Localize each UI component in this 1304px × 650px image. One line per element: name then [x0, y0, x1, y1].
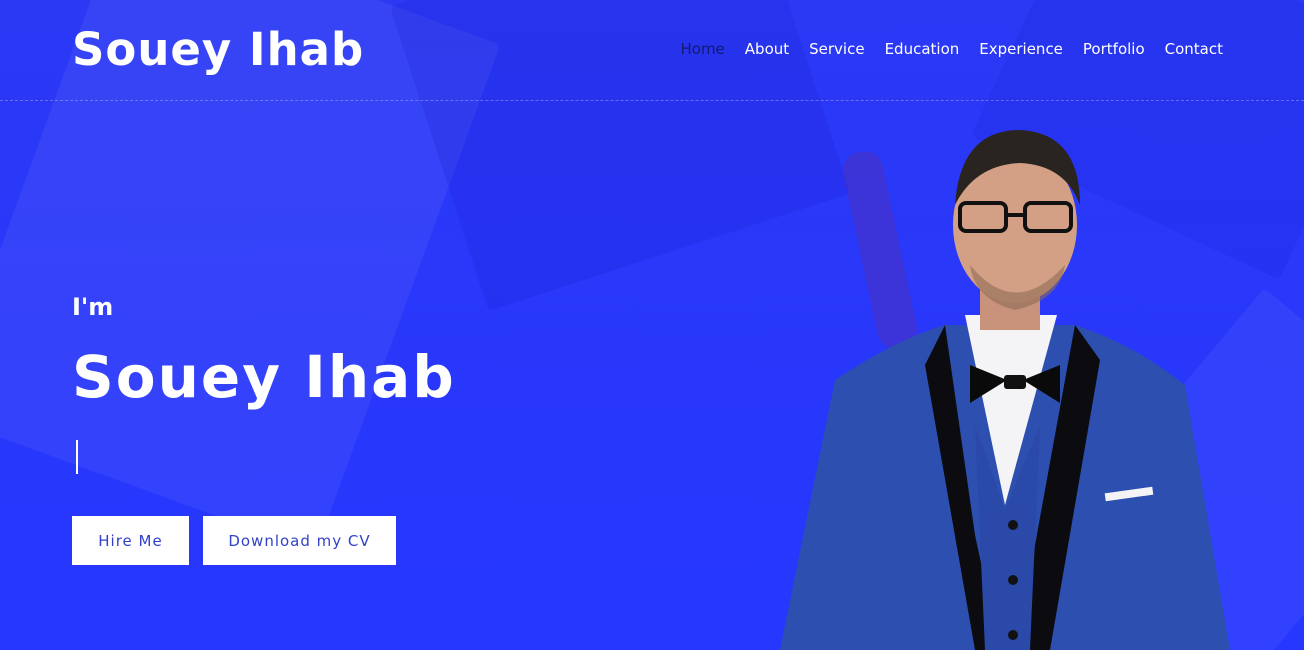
- portrait-photo: [780, 130, 1230, 650]
- main-nav: Home About Service Education Experience …: [680, 38, 1223, 60]
- hero-greeting: I'm: [72, 293, 114, 321]
- hero-actions: Hire Me Download my CV: [72, 516, 396, 565]
- hire-me-button[interactable]: Hire Me: [72, 516, 189, 565]
- download-cv-button[interactable]: Download my CV: [203, 516, 396, 565]
- typing-cursor: [76, 440, 78, 474]
- hero-intro: I'm Souey Ihab: [72, 290, 456, 474]
- nav-service[interactable]: Service: [809, 38, 864, 60]
- site-header: Souey Ihab Home About Service Education …: [0, 0, 1304, 101]
- hero-name: Souey Ihab: [72, 343, 456, 411]
- nav-home[interactable]: Home: [680, 38, 724, 60]
- site-logo[interactable]: Souey Ihab: [72, 22, 364, 78]
- nav-about[interactable]: About: [745, 38, 789, 60]
- nav-education[interactable]: Education: [885, 38, 960, 60]
- nav-experience[interactable]: Experience: [979, 38, 1063, 60]
- nav-portfolio[interactable]: Portfolio: [1083, 38, 1145, 60]
- nav-contact[interactable]: Contact: [1165, 38, 1223, 60]
